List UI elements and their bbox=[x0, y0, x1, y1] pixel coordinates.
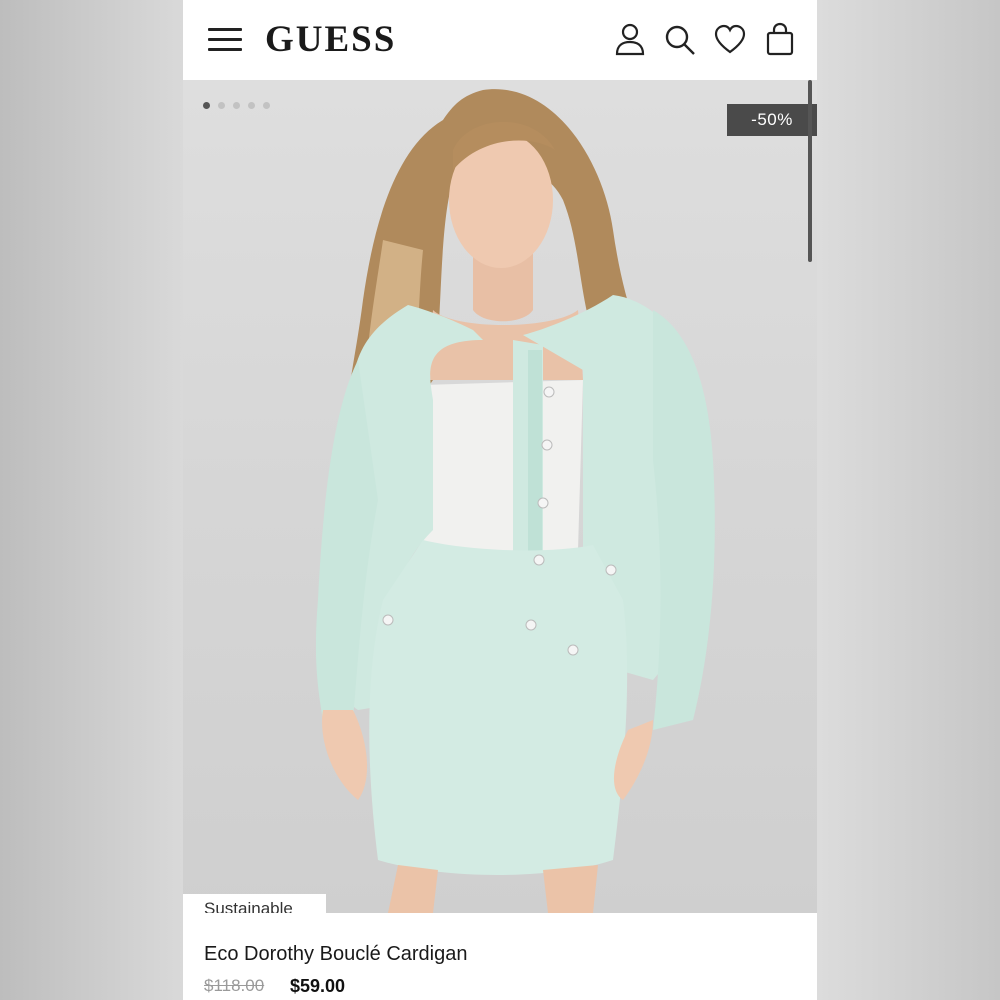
background-right bbox=[817, 0, 1000, 1000]
sustainable-tag: Sustainable bbox=[183, 894, 326, 913]
menu-icon[interactable] bbox=[208, 26, 242, 54]
background-left bbox=[0, 0, 183, 1000]
model-illustration bbox=[315, 89, 715, 913]
discount-badge: -50% bbox=[727, 104, 817, 136]
gallery-pagination bbox=[203, 102, 270, 109]
pagination-dot[interactable] bbox=[263, 102, 270, 109]
product-info: Eco Dorothy Bouclé Cardigan $118.00 $59.… bbox=[183, 913, 817, 1000]
sale-price: $59.00 bbox=[290, 976, 346, 996]
product-name[interactable]: Eco Dorothy Bouclé Cardigan bbox=[204, 943, 467, 966]
site-header: GUESS bbox=[183, 0, 817, 80]
wishlist-icon[interactable] bbox=[713, 22, 747, 58]
scrollbar[interactable] bbox=[808, 80, 812, 262]
brand-logo[interactable]: GUESS bbox=[265, 18, 396, 62]
pagination-dot[interactable] bbox=[233, 102, 240, 109]
original-price: $118.00 bbox=[204, 976, 265, 995]
pagination-dot[interactable] bbox=[248, 102, 255, 109]
account-icon[interactable] bbox=[613, 22, 647, 58]
mobile-page: GUESS -50% Sustainable Eco Dorothy Boucl… bbox=[183, 0, 817, 1000]
bag-icon[interactable] bbox=[763, 22, 797, 58]
search-icon[interactable] bbox=[663, 22, 697, 58]
product-image[interactable]: -50% Sustainable bbox=[183, 80, 817, 913]
pagination-dot[interactable] bbox=[218, 102, 225, 109]
pagination-dot[interactable] bbox=[203, 102, 210, 109]
